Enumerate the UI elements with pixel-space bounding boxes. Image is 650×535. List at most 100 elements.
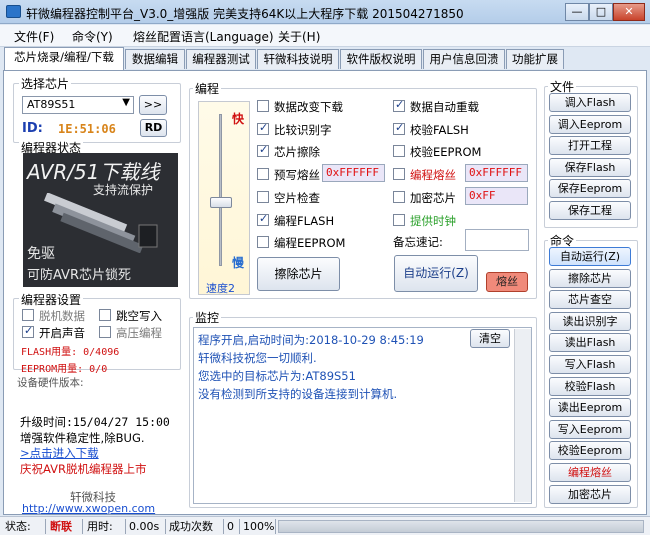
prewrite-fuse-value[interactable]: 0xFFFFFF — [322, 164, 385, 182]
cmd-program-fuse-button[interactable]: 编程熔丝 — [549, 463, 631, 482]
progress-percent: 100% — [240, 519, 276, 534]
clear-log-button[interactable]: 清空 — [470, 329, 510, 348]
tab-chip-program[interactable]: 芯片烧录/编程/下载 — [4, 47, 124, 70]
menu-fuse-language[interactable]: 熔丝配置语言(Language) — [133, 28, 274, 45]
monitor-log[interactable]: 程序开启,启动时间为:2018-10-29 8:45:19 轩微科技祝您一切顺利… — [193, 327, 532, 504]
status-bar: 状态: 断联 用时: 0.00s 成功次数 0 100% — [0, 516, 650, 535]
chip-selected-value: AT89S51 — [27, 98, 76, 111]
download-link[interactable]: >点击进入下载 — [20, 445, 99, 461]
program-label: 编程 — [193, 80, 222, 97]
banner-driver-free: 免驱 — [27, 246, 55, 262]
tab-user-feedback[interactable]: 用户信息回溃 — [423, 49, 505, 69]
chip-erase-label: 芯片擦除 — [274, 145, 320, 160]
cmd-auto-run-button[interactable]: 自动运行(Z) — [549, 247, 631, 266]
progress-bar — [278, 520, 644, 533]
title-bar: 轩微编程器控制平台_V3.0_增强版 完美支持64K以上大程序下载 201504… — [0, 0, 650, 24]
close-button[interactable]: ✕ — [613, 3, 645, 21]
offline-data-checkbox[interactable] — [22, 309, 34, 321]
verify-eeprom-checkbox[interactable] — [393, 145, 405, 158]
menu-bar: 文件(F) 命令(Y) 熔丝配置语言(Language) 关于(H) — [0, 25, 650, 47]
success-count-label: 成功次数 — [166, 519, 224, 534]
success-count-value: 0 — [224, 519, 240, 534]
tab-xuanwei-info[interactable]: 轩微科技说明 — [257, 49, 339, 69]
verify-eeprom-label: 校验EEPROM — [410, 145, 482, 160]
cmd-write-flash-button[interactable]: 写入Flash — [549, 355, 631, 374]
prewrite-fuse-label: 预写熔丝 — [274, 168, 320, 183]
load-flash-button[interactable]: 调入Flash — [549, 93, 631, 112]
cmd-verify-flash-button[interactable]: 校验Flash — [549, 376, 631, 396]
save-eeprom-button[interactable]: 保存Eeprom — [549, 179, 631, 198]
offline-data-label: 脱机数据 — [39, 309, 85, 323]
company-url-link[interactable]: http://www.xwopen.com — [22, 502, 155, 515]
cmd-encrypt-chip-button[interactable]: 加密芯片 — [549, 484, 631, 504]
skip-blank-write-checkbox[interactable] — [99, 309, 111, 321]
program-fuse-checkbox[interactable] — [393, 168, 405, 181]
erase-chip-button[interactable]: 擦除芯片 — [257, 257, 340, 291]
time-label: 用时: — [84, 519, 126, 534]
more-chips-button[interactable]: >> — [139, 95, 167, 115]
slider-track — [219, 114, 222, 266]
cmd-erase-chip-button[interactable]: 擦除芯片 — [549, 268, 631, 288]
upgrade-time: 升级时间:15/04/27 15:00 — [20, 415, 170, 429]
upgrade-description: 增强软件稳定性,除BUG. — [20, 431, 145, 445]
read-id-button[interactable]: RD — [140, 119, 167, 137]
auto-run-button[interactable]: 自动运行(Z) — [394, 255, 478, 292]
program-flash-label: 编程FLASH — [274, 213, 335, 228]
save-project-button[interactable]: 保存工程 — [549, 200, 631, 220]
speed-slow-label: 慢 — [232, 256, 245, 270]
tab-copyright[interactable]: 软件版权说明 — [340, 49, 422, 69]
high-voltage-checkbox[interactable] — [99, 326, 111, 338]
program-fuse-value[interactable]: 0xFFFFFF — [465, 164, 528, 182]
cmd-read-eeprom-button[interactable]: 读出Eeprom — [549, 398, 631, 418]
compare-signature-checkbox[interactable] — [257, 121, 269, 135]
maximize-button[interactable]: □ — [589, 3, 613, 21]
menu-command[interactable]: 命令(Y) — [72, 28, 113, 45]
chip-select-dropdown[interactable]: AT89S51 ▼ — [22, 96, 134, 114]
menu-about[interactable]: 关于(H) — [278, 28, 320, 45]
monitor-label: 监控 — [193, 309, 222, 326]
slider-thumb[interactable] — [210, 197, 232, 208]
window-title: 轩微编程器控制平台_V3.0_增强版 完美支持64K以上大程序下载 201504… — [26, 7, 464, 21]
eeprom-usage: EEPROM用量: 0/0 — [21, 364, 108, 375]
status-label: 状态: — [2, 519, 46, 534]
encrypt-value[interactable]: 0xFF — [465, 187, 528, 205]
cmd-read-signature-button[interactable]: 读出识别字 — [549, 311, 631, 331]
chip-erase-checkbox[interactable] — [257, 143, 269, 158]
program-flash-checkbox[interactable] — [257, 212, 269, 226]
save-flash-button[interactable]: 保存Flash — [549, 157, 631, 177]
auto-reload-label: 数据自动重载 — [410, 100, 479, 114]
memo-input[interactable] — [465, 229, 529, 251]
load-eeprom-button[interactable]: 调入Eeprom — [549, 114, 631, 134]
log-scrollbar[interactable] — [514, 329, 531, 502]
provide-clock-label: 提供时钟 — [410, 213, 456, 228]
cmd-blank-check-button[interactable]: 芯片查空 — [549, 290, 631, 310]
blank-check-checkbox[interactable] — [257, 190, 269, 203]
log-line: 您选中的目标芯片为:AT89S51 — [198, 369, 356, 383]
skip-blank-write-label: 跳空写入 — [116, 309, 162, 323]
minimize-button[interactable]: — — [565, 3, 589, 21]
app-icon — [6, 5, 21, 18]
fuse-button[interactable]: 熔丝 — [486, 272, 528, 292]
cmd-write-eeprom-button[interactable]: 写入Eeprom — [549, 419, 631, 439]
verify-flash-checkbox[interactable] — [393, 121, 405, 135]
open-project-button[interactable]: 打开工程 — [549, 136, 631, 155]
tab-programmer-test[interactable]: 编程器测试 — [186, 49, 256, 69]
speed-slider[interactable]: 快 慢 速度2 — [198, 101, 250, 295]
auto-reload-checkbox[interactable] — [393, 98, 405, 112]
tab-data-edit[interactable]: 数据编辑 — [125, 49, 185, 69]
encrypt-chip-checkbox[interactable] — [393, 190, 405, 203]
cmd-verify-eeprom-button[interactable]: 校验Eeprom — [549, 441, 631, 461]
program-fuse-label: 编程熔丝 — [410, 168, 456, 183]
enable-sound-label: 开启声音 — [39, 326, 85, 340]
download-on-change-checkbox[interactable] — [257, 100, 269, 112]
enable-sound-checkbox[interactable] — [22, 324, 34, 338]
memo-label: 备忘速记: — [393, 235, 443, 249]
cmd-read-flash-button[interactable]: 读出Flash — [549, 333, 631, 353]
tab-extensions[interactable]: 功能扩展 — [506, 49, 564, 69]
programmer-settings-label: 编程器设置 — [19, 291, 84, 308]
menu-file[interactable]: 文件(F) — [14, 28, 54, 45]
prewrite-fuse-checkbox[interactable] — [257, 168, 269, 181]
program-eeprom-checkbox[interactable] — [257, 236, 269, 249]
log-line: 轩微科技祝您一切顺利. — [198, 351, 317, 365]
provide-clock-checkbox[interactable] — [393, 213, 405, 226]
